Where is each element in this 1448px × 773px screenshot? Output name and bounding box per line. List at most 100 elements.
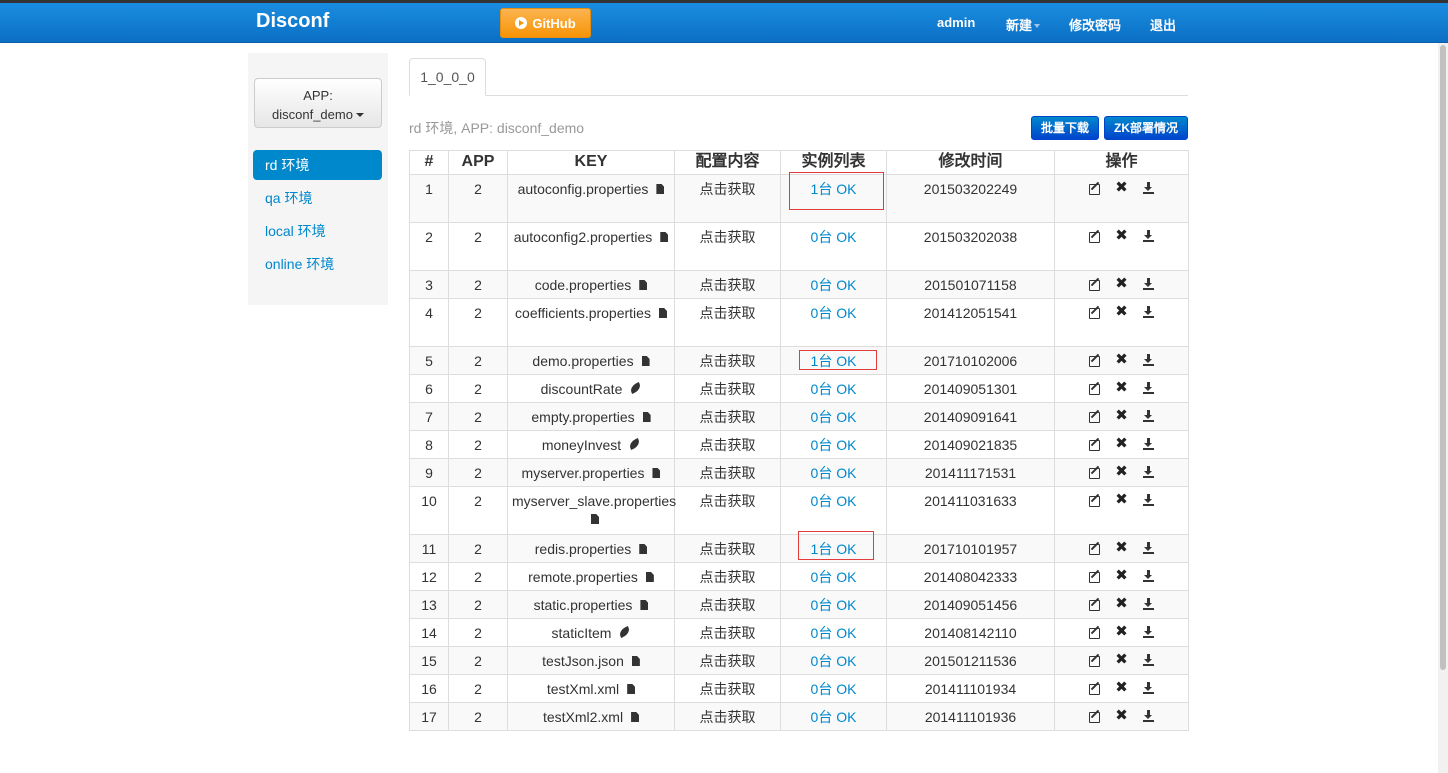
- delete-icon[interactable]: ✖: [1115, 680, 1129, 695]
- brand-logo[interactable]: Disconf: [256, 10, 329, 33]
- key-name: testJson.json: [542, 653, 624, 669]
- instances-link[interactable]: 0台 OK: [811, 653, 857, 669]
- instances-link[interactable]: 0台 OK: [811, 681, 857, 697]
- delete-icon[interactable]: ✖: [1115, 352, 1129, 367]
- content-fetch-link[interactable]: 点击获取: [674, 534, 781, 563]
- instances-link[interactable]: 0台 OK: [811, 597, 857, 613]
- content-fetch-link[interactable]: 点击获取: [674, 486, 781, 535]
- edit-icon[interactable]: [1088, 541, 1102, 555]
- content-fetch-link[interactable]: 点击获取: [674, 458, 781, 487]
- edit-icon[interactable]: [1088, 381, 1102, 395]
- content-fetch-link[interactable]: 点击获取: [674, 402, 781, 431]
- content-fetch-link[interactable]: 点击获取: [674, 374, 781, 403]
- download-icon[interactable]: [1142, 381, 1156, 395]
- download-icon[interactable]: [1142, 277, 1156, 291]
- instances-link[interactable]: 0台 OK: [811, 305, 857, 321]
- change-password-link[interactable]: 修改密码: [1069, 15, 1121, 34]
- instances-link[interactable]: 0台 OK: [811, 465, 857, 481]
- instances-link[interactable]: 0台 OK: [811, 437, 857, 453]
- instances-link[interactable]: 0台 OK: [811, 229, 857, 245]
- github-button[interactable]: GitHub: [500, 8, 591, 38]
- content-fetch-link[interactable]: 点击获取: [674, 346, 781, 375]
- edit-icon[interactable]: [1088, 181, 1102, 195]
- download-icon[interactable]: [1142, 709, 1156, 723]
- download-icon[interactable]: [1142, 465, 1156, 479]
- edit-icon[interactable]: [1088, 409, 1102, 423]
- delete-icon[interactable]: ✖: [1115, 180, 1129, 195]
- delete-icon[interactable]: ✖: [1115, 228, 1129, 243]
- edit-icon[interactable]: [1088, 709, 1102, 723]
- content-fetch-link[interactable]: 点击获取: [674, 430, 781, 459]
- download-icon[interactable]: [1142, 493, 1156, 507]
- delete-icon[interactable]: ✖: [1115, 304, 1129, 319]
- edit-icon[interactable]: [1088, 569, 1102, 583]
- delete-icon[interactable]: ✖: [1115, 624, 1129, 639]
- content-fetch-link[interactable]: 点击获取: [674, 646, 781, 675]
- content-fetch-link[interactable]: 点击获取: [674, 562, 781, 591]
- delete-icon[interactable]: ✖: [1115, 276, 1129, 291]
- edit-icon[interactable]: [1088, 597, 1102, 611]
- edit-icon[interactable]: [1088, 305, 1102, 319]
- download-icon[interactable]: [1142, 625, 1156, 639]
- delete-icon[interactable]: ✖: [1115, 436, 1129, 451]
- edit-icon[interactable]: [1088, 353, 1102, 367]
- content-fetch-link[interactable]: 点击获取: [674, 618, 781, 647]
- download-icon[interactable]: [1142, 305, 1156, 319]
- content-fetch-link[interactable]: 点击获取: [674, 270, 781, 299]
- delete-icon[interactable]: ✖: [1115, 596, 1129, 611]
- content-fetch-link[interactable]: 点击获取: [674, 174, 781, 223]
- zk-status-button[interactable]: ZK部署情况: [1104, 116, 1188, 140]
- download-icon[interactable]: [1142, 653, 1156, 667]
- delete-icon[interactable]: ✖: [1115, 464, 1129, 479]
- edit-icon[interactable]: [1088, 681, 1102, 695]
- delete-icon[interactable]: ✖: [1115, 540, 1129, 555]
- delete-icon[interactable]: ✖: [1115, 568, 1129, 583]
- instances-link[interactable]: 0台 OK: [811, 409, 857, 425]
- cell-key: remote.properties: [507, 562, 675, 591]
- instances-link[interactable]: 0台 OK: [811, 569, 857, 585]
- download-base: [1142, 636, 1154, 638]
- download-icon[interactable]: [1142, 437, 1156, 451]
- edit-icon[interactable]: [1088, 493, 1102, 507]
- delete-icon[interactable]: ✖: [1115, 492, 1129, 507]
- content-fetch-link[interactable]: 点击获取: [674, 702, 781, 731]
- instances-link[interactable]: 0台 OK: [811, 381, 857, 397]
- download-icon[interactable]: [1142, 353, 1156, 367]
- edit-icon[interactable]: [1088, 625, 1102, 639]
- download-icon[interactable]: [1142, 569, 1156, 583]
- app-selector-button[interactable]: APP: disconf_demo: [254, 78, 382, 128]
- content-fetch-link[interactable]: 点击获取: [674, 298, 781, 347]
- new-dropdown[interactable]: 新建: [1006, 15, 1041, 34]
- download-icon[interactable]: [1142, 681, 1156, 695]
- logout-link[interactable]: 退出: [1150, 15, 1176, 34]
- sidebar-item-local[interactable]: local 环境: [253, 216, 382, 246]
- instances-link[interactable]: 0台 OK: [811, 709, 857, 725]
- delete-icon[interactable]: ✖: [1115, 652, 1129, 667]
- instances-link[interactable]: 0台 OK: [811, 277, 857, 293]
- download-icon[interactable]: [1142, 409, 1156, 423]
- content-fetch-link[interactable]: 点击获取: [674, 222, 781, 271]
- instances-link[interactable]: 0台 OK: [811, 493, 857, 509]
- content-fetch-link[interactable]: 点击获取: [674, 590, 781, 619]
- edit-icon[interactable]: [1088, 437, 1102, 451]
- edit-icon[interactable]: [1088, 277, 1102, 291]
- edit-icon[interactable]: [1088, 653, 1102, 667]
- sidebar-item-qa[interactable]: qa 环境: [253, 183, 382, 213]
- download-icon[interactable]: [1142, 181, 1156, 195]
- scrollbar-thumb[interactable]: [1440, 45, 1446, 670]
- delete-icon[interactable]: ✖: [1115, 708, 1129, 723]
- edit-icon[interactable]: [1088, 229, 1102, 243]
- delete-icon[interactable]: ✖: [1115, 380, 1129, 395]
- sidebar-item-rd[interactable]: rd 环境: [253, 150, 382, 180]
- edit-icon[interactable]: [1088, 465, 1102, 479]
- batch-download-button[interactable]: 批量下载: [1031, 116, 1099, 140]
- tab-version[interactable]: 1_0_0_0: [409, 58, 486, 96]
- user-name-link[interactable]: admin: [937, 15, 975, 30]
- download-icon[interactable]: [1142, 597, 1156, 611]
- download-icon[interactable]: [1142, 229, 1156, 243]
- sidebar-item-online[interactable]: online 环境: [253, 249, 382, 279]
- instances-link[interactable]: 0台 OK: [811, 625, 857, 641]
- download-icon[interactable]: [1142, 541, 1156, 555]
- content-fetch-link[interactable]: 点击获取: [674, 674, 781, 703]
- delete-icon[interactable]: ✖: [1115, 408, 1129, 423]
